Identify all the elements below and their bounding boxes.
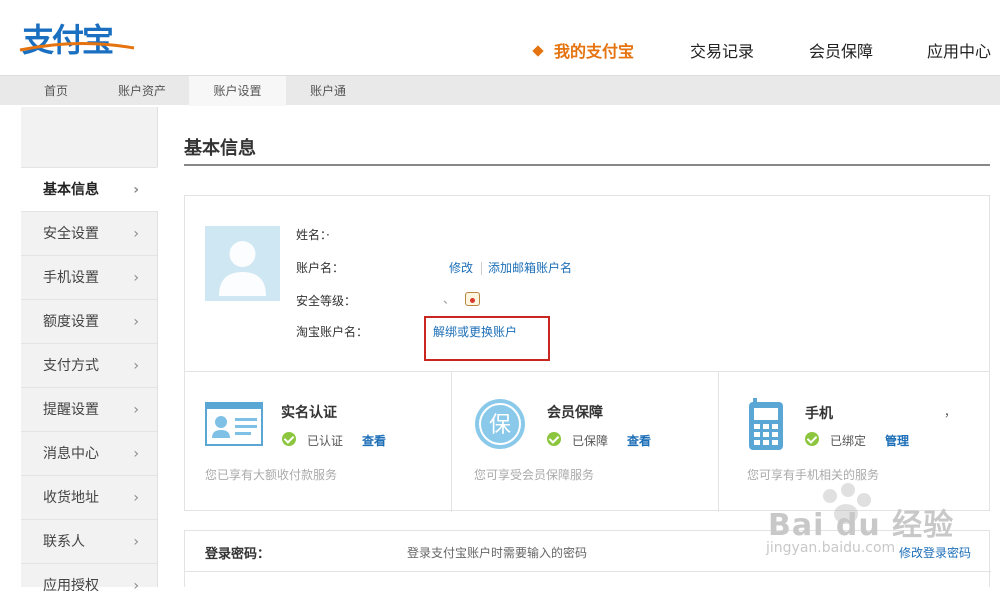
- svg-text:保: 保: [489, 413, 511, 438]
- title-divider: [184, 164, 990, 166]
- chevron-right-icon: ›: [133, 490, 139, 506]
- topnav-my-alipay[interactable]: 我的支付宝: [532, 38, 634, 62]
- security-level-icon: [465, 292, 480, 306]
- subnav-account-settings[interactable]: 账户设置: [189, 76, 286, 106]
- topnav-app-center[interactable]: 应用中心: [927, 38, 991, 62]
- sidebar-item-basic-info[interactable]: 基本信息 ›: [21, 167, 158, 211]
- card-extra: ，: [944, 405, 957, 419]
- card-title: 手机: [805, 406, 833, 422]
- sidebar-item-address[interactable]: 收货地址 ›: [21, 475, 157, 519]
- protection-card: 保 会员保障 已保障 查看 您可享受会员保障服务: [452, 372, 718, 512]
- security-level-label: 安全等级：: [296, 294, 357, 308]
- basic-info-panel: 姓名：· 账户名： 修改 添加邮箱账户名 安全等级： 、 淘宝账户名： 解绑或更…: [184, 195, 990, 512]
- chevron-right-icon: ›: [133, 358, 139, 374]
- sidebar-item-limit[interactable]: 额度设置 ›: [21, 299, 157, 343]
- check-icon: [282, 432, 296, 446]
- sidebar-item-security[interactable]: 安全设置 ›: [21, 211, 157, 255]
- chevron-right-icon: ›: [133, 534, 139, 550]
- card-desc: 您已享有大额收付款服务: [205, 468, 338, 482]
- sidebar: 基本信息 › 安全设置 › 手机设置 › 额度设置 › 支付方式 › 提醒设置 › 消息中心…: [21, 107, 158, 594]
- card-status: 已保障: [572, 434, 609, 448]
- taobao-account-label: 淘宝账户名：: [296, 325, 369, 339]
- logo-swoosh-icon: [19, 41, 135, 52]
- login-password-label: 登录密码：: [205, 547, 271, 562]
- subnav-home[interactable]: 首页: [30, 76, 82, 106]
- add-email-account-link[interactable]: 添加邮箱账户名: [488, 259, 572, 276]
- card-status: 已绑定: [830, 434, 867, 448]
- name-label: 姓名：·: [296, 228, 330, 242]
- topnav-member-protection[interactable]: 会员保障: [809, 38, 873, 62]
- active-diamond-icon: [532, 45, 544, 57]
- name-value: ·: [326, 228, 330, 242]
- link-separator: [481, 262, 482, 275]
- chevron-right-icon: ›: [133, 314, 139, 330]
- sidebar-item-contacts[interactable]: 联系人 ›: [21, 519, 157, 563]
- watermark-url: jingyan.baidu.com: [766, 540, 896, 556]
- user-silhouette-icon: [219, 241, 266, 296]
- edit-account-link[interactable]: 修改: [449, 259, 473, 276]
- topnav-transactions[interactable]: 交易记录: [690, 38, 754, 62]
- chevron-right-icon: ›: [133, 446, 139, 462]
- chevron-right-icon: ›: [133, 182, 139, 198]
- sidebar-item-messages[interactable]: 消息中心 ›: [21, 431, 157, 475]
- login-password-desc: 登录支付宝账户时需要输入的密码: [407, 546, 588, 560]
- card-title: 会员保障: [547, 405, 603, 421]
- mobile-phone-icon: [749, 398, 783, 450]
- top-header: 支付宝 我的支付宝 交易记录 会员保障 应用中心: [0, 0, 1000, 75]
- card-status: 已认证: [307, 434, 344, 448]
- chevron-right-icon: ›: [133, 402, 139, 418]
- check-icon: [547, 432, 561, 446]
- card-desc: 您可享受会员保障服务: [474, 468, 595, 482]
- manage-mobile-link[interactable]: 管理: [885, 432, 909, 449]
- shield-bao-icon: 保: [475, 399, 525, 449]
- watermark-text: Bai du 经验: [768, 508, 955, 543]
- view-realname-link[interactable]: 查看: [362, 432, 386, 449]
- security-level-value: 、: [443, 292, 456, 306]
- chevron-right-icon: ›: [133, 226, 139, 242]
- highlight-box: [424, 316, 550, 361]
- chevron-right-icon: ›: [133, 270, 139, 286]
- sidebar-item-app-auth[interactable]: 应用授权 ›: [21, 563, 157, 607]
- card-title: 实名认证: [281, 405, 337, 421]
- page-title: 基本信息: [184, 138, 256, 159]
- account-label: 账户名：: [296, 261, 345, 275]
- subnav-account-link[interactable]: 账户通: [296, 76, 360, 106]
- view-protection-link[interactable]: 查看: [627, 432, 651, 449]
- id-card-icon: [205, 402, 263, 446]
- sub-nav: 首页 账户资产 账户设置 账户通: [0, 75, 1000, 106]
- sidebar-item-payment[interactable]: 支付方式 ›: [21, 343, 157, 387]
- sidebar-item-reminder[interactable]: 提醒设置 ›: [21, 387, 157, 431]
- realname-card: 实名认证 已认证 查看 您已享有大额收付款服务: [185, 372, 451, 512]
- avatar: [205, 226, 280, 301]
- check-icon: [805, 432, 819, 446]
- logo-text: 支付宝: [22, 21, 114, 59]
- sidebar-item-phone[interactable]: 手机设置 ›: [21, 255, 157, 299]
- subnav-assets[interactable]: 账户资产: [106, 76, 178, 106]
- chevron-right-icon: ›: [133, 578, 139, 594]
